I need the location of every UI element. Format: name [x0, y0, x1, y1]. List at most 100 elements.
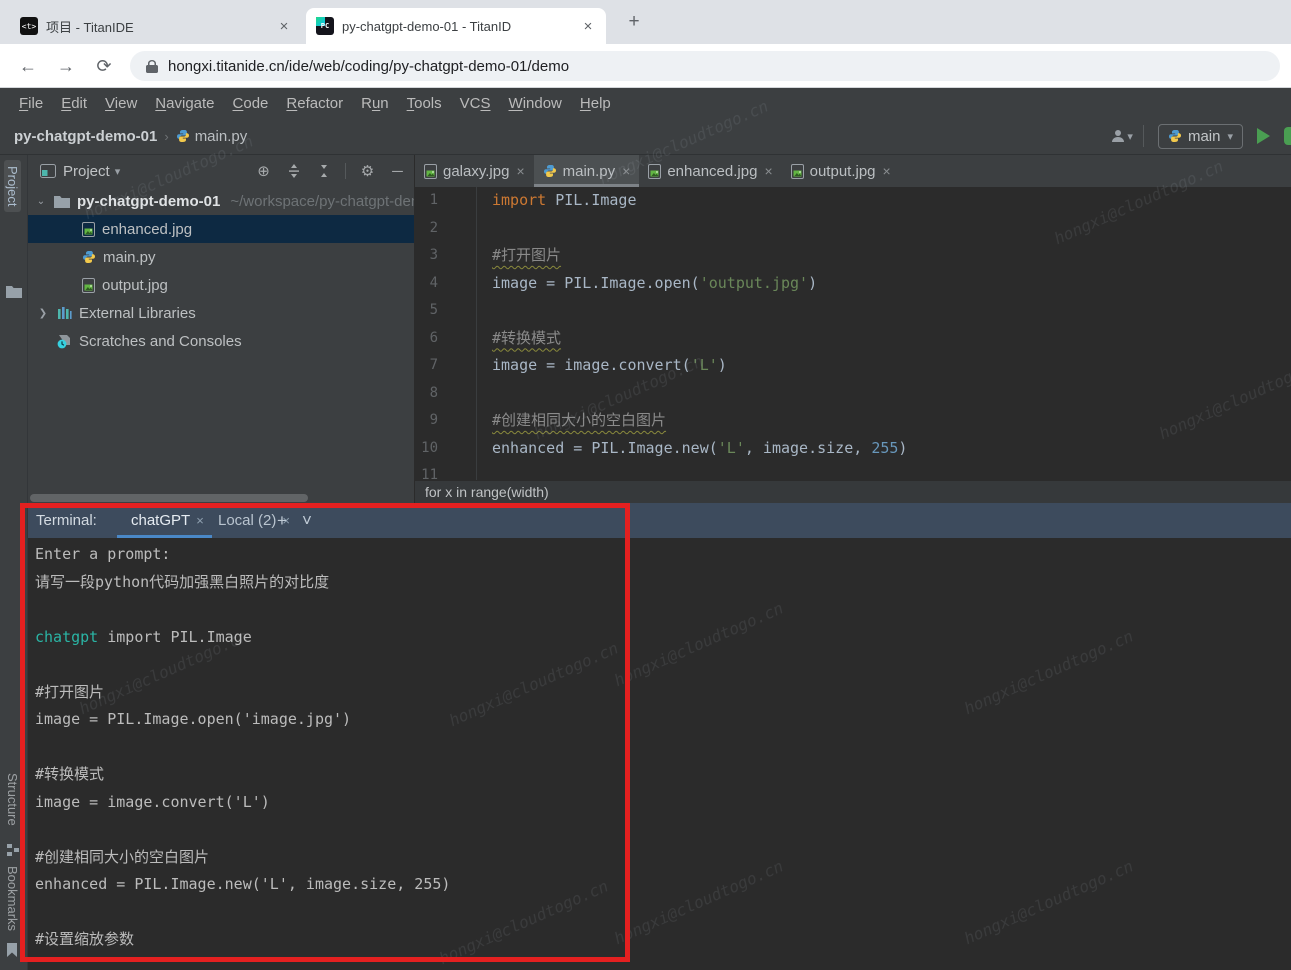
editor-tab-bar: galaxy.jpg×main.py×enhanced.jpg×output.j… [415, 155, 1291, 187]
scratches-icon [57, 334, 72, 349]
stripe-tab-structure[interactable]: Structure [4, 767, 21, 832]
chevron-down-icon[interactable]: ˅ [302, 503, 312, 538]
menu-item-file[interactable]: File [10, 95, 52, 112]
tree-item[interactable]: ❯External Libraries [28, 299, 414, 327]
caret-down-icon: ▾ [115, 165, 121, 178]
terminal-output[interactable]: Enter a prompt:请写一段python代码加强黑白照片的对比度 ch… [28, 538, 1291, 970]
pycharm-icon: PC [316, 17, 334, 35]
menu-item-run[interactable]: Run [352, 95, 398, 112]
menu-item-code[interactable]: Code [224, 95, 278, 112]
back-icon[interactable]: ← [15, 54, 41, 80]
terminal-line [35, 899, 1291, 927]
tree-row-root[interactable]: ⌄py-chatgpt-demo-01~/workspace/py-chatgp… [28, 187, 414, 215]
code-line: image = PIL.Image.open('output.jpg') [492, 270, 907, 298]
address-bar[interactable]: hongxi.titanide.cn/ide/web/coding/py-cha… [130, 51, 1280, 81]
tree-item[interactable]: main.py [28, 243, 414, 271]
terminal-header: Terminal: chatGPT × Local (2) × + ˅ [28, 503, 1291, 538]
tree-item[interactable]: enhanced.jpg [28, 215, 414, 243]
forward-icon[interactable]: → [53, 54, 79, 80]
close-icon[interactable]: × [622, 163, 630, 179]
browser-tab[interactable]: PC py-chatgpt-demo-01 - TitanID × [306, 8, 606, 44]
line-number: 2 [415, 215, 476, 243]
ide-menu-bar: FileEditViewNavigateCodeRefactorRunTools… [0, 88, 1291, 118]
project-root-path: ~/workspace/py-chatgpt-demo-01 [230, 193, 414, 210]
editor-tab-output.jpg[interactable]: output.jpg× [782, 155, 900, 187]
gear-icon[interactable]: ⚙ [359, 163, 376, 180]
terminal-tab-chatGPT[interactable]: chatGPT × [131, 503, 204, 538]
image-file-icon [648, 164, 661, 179]
menu-item-window[interactable]: Window [500, 95, 571, 112]
browser-toolbar: ← → ⟳ hongxi.titanide.cn/ide/web/coding/… [0, 44, 1291, 88]
browser-tab[interactable]: <t>项目 - TitanIDE× [10, 8, 302, 44]
menu-item-view[interactable]: View [96, 95, 146, 112]
menu-item-vcs[interactable]: VCS [451, 95, 500, 112]
close-icon[interactable]: × [276, 18, 292, 35]
tree-item-label: main.py [103, 249, 156, 266]
browser-tab-title: py-chatgpt-demo-01 - TitanID [342, 19, 572, 34]
stripe-tab-bookmarks[interactable]: Bookmarks [4, 860, 21, 937]
line-number: 11 [415, 462, 476, 480]
new-tab-button[interactable]: + [620, 12, 648, 34]
tree-item-label: enhanced.jpg [102, 221, 192, 238]
terminal-line: #创建相同大小的空白图片 [35, 844, 1291, 872]
image-file-icon [82, 278, 95, 293]
terminal-line: image = image.convert('L') [35, 789, 1291, 817]
terminal-line: #打开图片 [35, 679, 1291, 707]
chevron-collapsed-icon[interactable]: ❯ [36, 308, 50, 319]
menu-item-help[interactable]: Help [571, 95, 620, 112]
menu-item-edit[interactable]: Edit [52, 95, 96, 112]
close-icon[interactable]: × [516, 163, 524, 179]
line-number: 1 [415, 187, 476, 215]
code-line [492, 380, 907, 408]
close-icon[interactable]: × [883, 163, 891, 179]
chevron-expanded-icon[interactable]: ⌄ [34, 196, 48, 207]
browser-tab-strip: <t>项目 - TitanIDE× PC py-chatgpt-demo-01 - … [0, 0, 1291, 44]
breadcrumb-file[interactable]: main.py [195, 128, 248, 145]
expand-all-button[interactable] [285, 163, 302, 180]
hide-panel-button[interactable]: ─ [389, 163, 406, 180]
titanide-window: FileEditViewNavigateCodeRefactorRunTools… [0, 88, 1291, 970]
tool-window-stripe: Project Structure Bookmarks [0, 155, 28, 970]
editor-tab-main.py[interactable]: main.py× [534, 155, 640, 187]
close-icon[interactable]: × [196, 513, 204, 528]
breadcrumb-project[interactable]: py-chatgpt-demo-01 [14, 128, 157, 145]
tree-item-label: output.jpg [102, 277, 168, 294]
stripe-tab-project[interactable]: Project [4, 160, 21, 212]
code-line: enhanced = PIL.Image.new('L', image.size… [492, 435, 907, 463]
ide-toolbar: py-chatgpt-demo-01 › main.py ▾ main ▾ [0, 118, 1291, 155]
terminal-tab-title: chatGPT [131, 512, 190, 529]
code-line [492, 215, 907, 243]
line-number: 9 [415, 407, 476, 435]
tree-item[interactable]: Scratches and Consoles [28, 327, 414, 355]
close-icon[interactable]: × [764, 163, 772, 179]
terminal-line: 请写一段python代码加强黑白照片的对比度 [35, 569, 1291, 597]
terminal-tab-title: Local (2) [218, 512, 276, 529]
folder-icon [6, 285, 22, 298]
code-editor[interactable]: 1234567891011 import PIL.Image #打开图片imag… [415, 187, 1291, 480]
editor-tab-galaxy.jpg[interactable]: galaxy.jpg× [415, 155, 534, 187]
new-terminal-button[interactable]: + [277, 503, 287, 538]
reload-icon[interactable]: ⟳ [91, 54, 117, 80]
user-menu-button[interactable]: ▾ [1110, 128, 1133, 144]
image-file-icon [791, 164, 804, 179]
close-icon[interactable]: × [580, 18, 596, 35]
debug-button[interactable] [1284, 127, 1291, 145]
tree-item[interactable]: output.jpg [28, 271, 414, 299]
panel-title[interactable]: Project [63, 163, 110, 180]
run-button[interactable] [1257, 128, 1270, 144]
run-config-selector[interactable]: main ▾ [1158, 124, 1243, 149]
code-lines: import PIL.Image #打开图片image = PIL.Image.… [492, 187, 907, 480]
menu-item-refactor[interactable]: Refactor [277, 95, 352, 112]
collapse-all-button[interactable] [315, 163, 332, 180]
terminal-label: Terminal: [36, 503, 97, 538]
terminal-line: image = PIL.Image.open('image.jpg') [35, 706, 1291, 734]
menu-item-tools[interactable]: Tools [398, 95, 451, 112]
editor-tab-enhanced.jpg[interactable]: enhanced.jpg× [639, 155, 781, 187]
url-text: hongxi.titanide.cn/ide/web/coding/py-cha… [168, 58, 569, 75]
terminal-line [35, 816, 1291, 844]
locate-file-button[interactable]: ⊕ [255, 163, 272, 180]
line-number-gutter: 1234567891011 [415, 187, 477, 480]
horizontal-scrollbar[interactable] [30, 494, 308, 502]
menu-item-navigate[interactable]: Navigate [146, 95, 223, 112]
library-icon [57, 306, 72, 320]
